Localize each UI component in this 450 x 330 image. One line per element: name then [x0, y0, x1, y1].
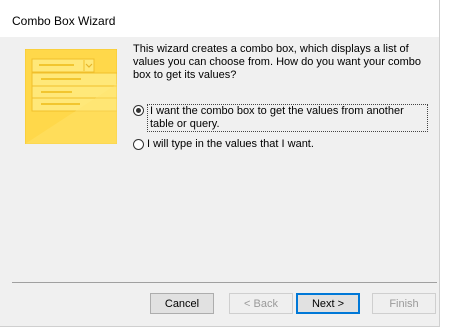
table-or-query-radio[interactable] [133, 105, 144, 116]
titlebar: Combo Box Wizard [0, 0, 439, 37]
combo-box-wizard-dialog: Combo Box Wizard This wizard creates a c… [0, 0, 440, 327]
wizard-description: This wizard creates a combo box, which d… [133, 43, 421, 81]
combo-box-wizard-illustration-icon [25, 49, 117, 144]
table-or-query-label[interactable]: I want the combo box to get the values f… [147, 104, 428, 132]
type-values-radio[interactable] [133, 139, 144, 150]
next-button[interactable]: Next > [296, 293, 360, 314]
back-button[interactable]: < Back [229, 293, 293, 314]
cancel-button[interactable]: Cancel [150, 293, 214, 314]
window-title: Combo Box Wizard [12, 14, 116, 28]
finish-button[interactable]: Finish [372, 293, 436, 314]
type-values-option[interactable]: I will type in the values that I want. [133, 138, 314, 151]
type-values-label[interactable]: I will type in the values that I want. [147, 138, 314, 151]
table-or-query-option[interactable]: I want the combo box to get the values f… [133, 104, 428, 132]
button-separator [12, 282, 437, 283]
